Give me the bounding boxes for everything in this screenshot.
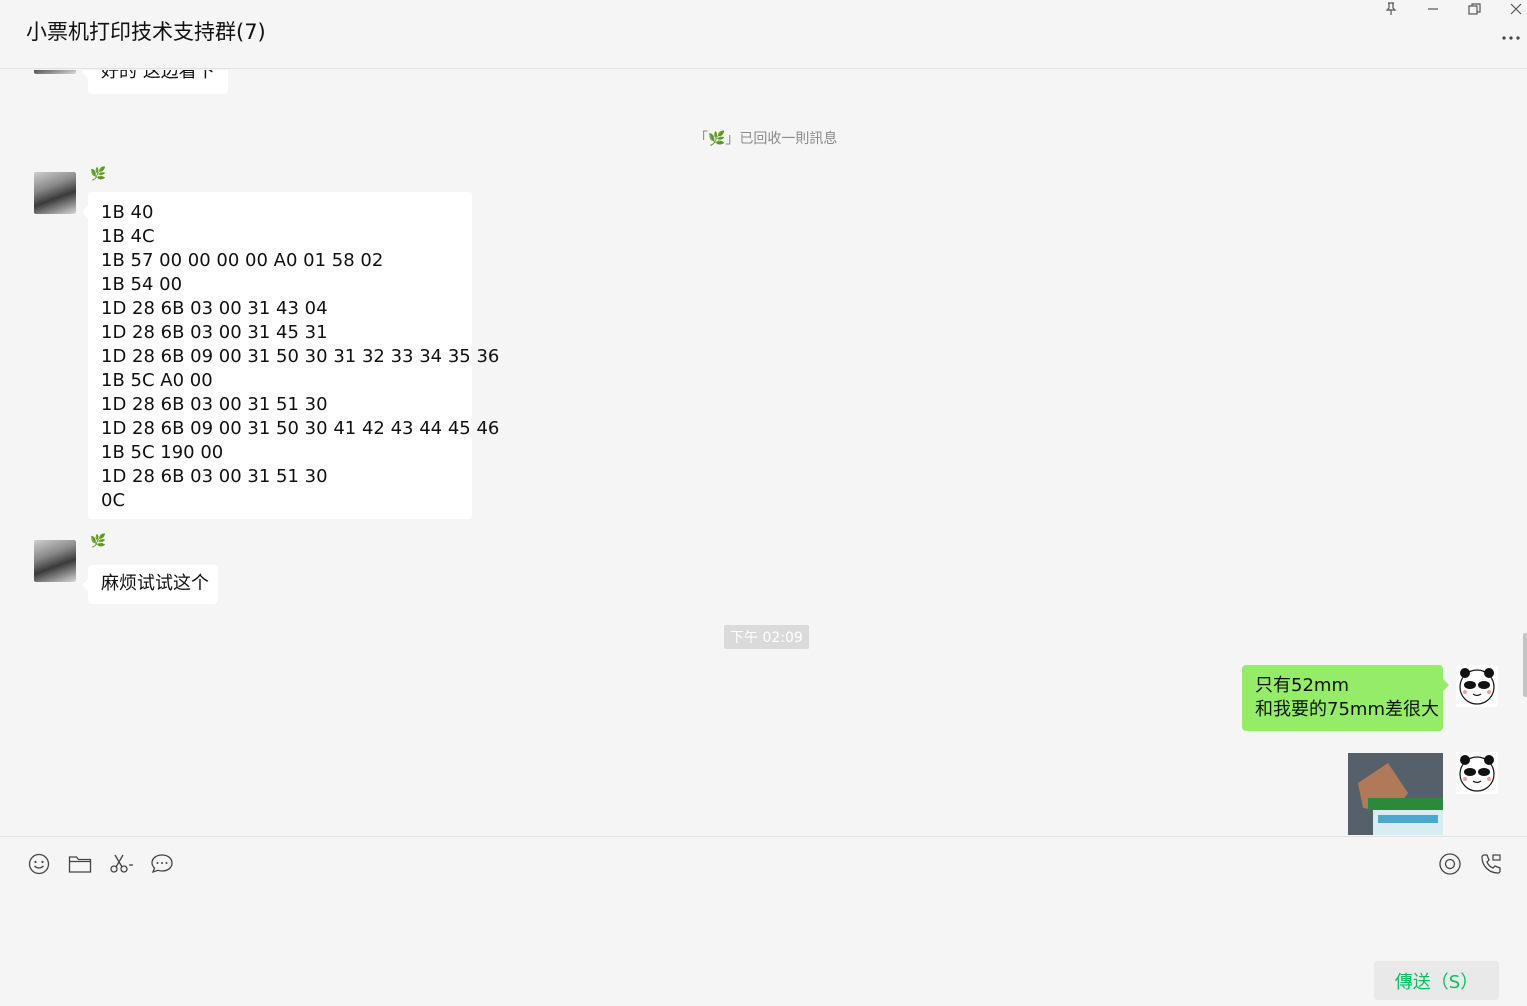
message-bubble[interactable]: 麻烦试试这个	[82, 565, 218, 604]
minimize-icon[interactable]	[1419, 0, 1447, 18]
recall-notice: 「🌿」已回收一則訊息	[694, 131, 838, 147]
chat-history-icon[interactable]	[149, 851, 175, 877]
my-avatar[interactable]	[1456, 665, 1498, 707]
sender-name: 🌿	[90, 167, 107, 182]
close-icon[interactable]	[1502, 0, 1527, 18]
scrollbar[interactable]	[1523, 633, 1527, 697]
message-list[interactable]: 好的 这边看下 「🌿」已回收一則訊息 🌿 1B 40 1B 4C 1B 57 0…	[0, 70, 1527, 836]
avatar[interactable]	[34, 70, 76, 74]
call-icon[interactable]	[1478, 851, 1504, 877]
send-button[interactable]: 傳送（S）	[1374, 961, 1499, 1000]
pin-icon[interactable]	[1377, 0, 1405, 18]
message-bubble[interactable]: 1B 40 1B 4C 1B 57 00 00 00 00 A0 01 58 0…	[82, 192, 499, 519]
emoji-icon[interactable]	[26, 851, 52, 877]
input-area[interactable]: 傳送（S）	[0, 836, 1527, 1006]
avatar[interactable]	[34, 540, 76, 582]
restore-icon[interactable]	[1460, 0, 1488, 18]
title-bar: 小票机打印技术支持群(7)	[0, 0, 1527, 69]
more-options-icon[interactable]	[1499, 28, 1523, 48]
folder-icon[interactable]	[67, 851, 93, 877]
chat-title: 小票机打印技术支持群(7)	[26, 20, 266, 44]
my-message-bubble[interactable]: 只有52mm 和我要的75mm差很大	[1242, 665, 1449, 731]
chat-window: 小票机打印技术支持群(7) 好的 这边看下 「🌿」已回收一則訊息 🌿 1B 40…	[0, 0, 1527, 1006]
timestamp: 下午 02:09	[724, 625, 809, 649]
live-icon[interactable]	[1437, 851, 1463, 877]
image-message[interactable]	[1348, 753, 1443, 835]
avatar[interactable]	[34, 172, 76, 214]
my-avatar[interactable]	[1456, 752, 1498, 794]
sender-name: 🌿	[90, 534, 107, 549]
screenshot-icon[interactable]	[108, 851, 138, 877]
message-bubble[interactable]: 好的 这边看下	[82, 70, 228, 94]
